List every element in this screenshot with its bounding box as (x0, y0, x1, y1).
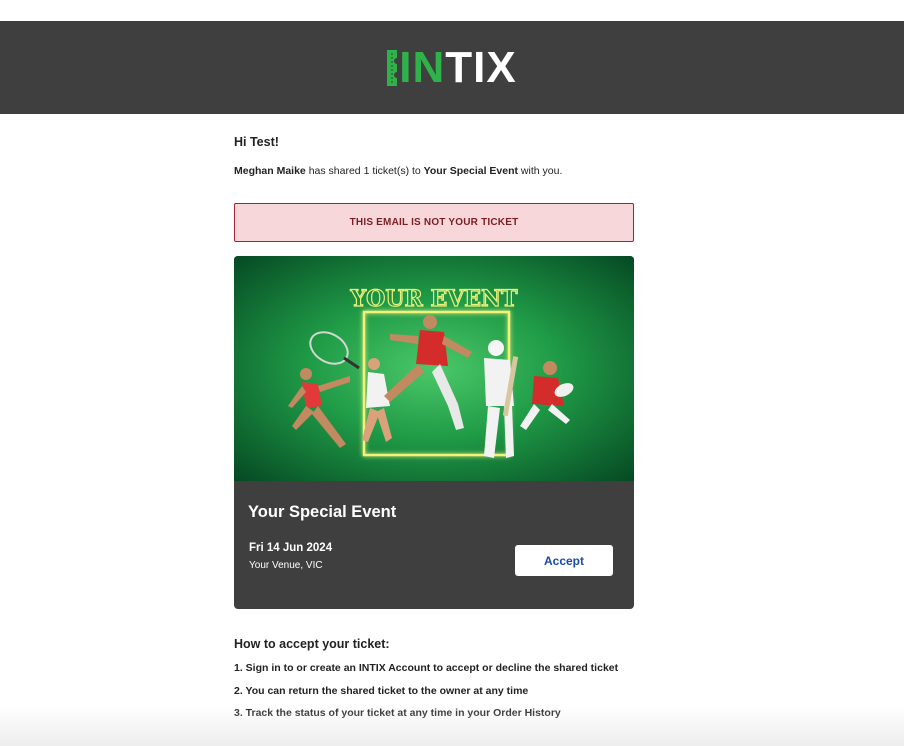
share-text-end: with you. (518, 165, 563, 177)
logo-accent-text: IN (399, 42, 446, 92)
event-name-inline: Your Special Event (423, 165, 519, 177)
not-ticket-warning: THIS EMAIL IS NOT YOUR TICKET (234, 203, 634, 242)
intix-logo: INTIX (387, 45, 516, 89)
ticket-icon (387, 49, 398, 86)
logo-wordmark: INTIX (399, 45, 516, 89)
instructions-title: How to accept your ticket: (234, 637, 390, 651)
top-spacer (0, 0, 904, 21)
instruction-step: 1. Sign in to or create an INTIX Account… (234, 662, 619, 674)
share-text-middle: has shared 1 ticket(s) to (305, 165, 424, 177)
event-venue: Your Venue, VIC (249, 560, 323, 571)
accept-button[interactable]: Accept (515, 545, 613, 576)
event-image: YOUR EVENT (234, 256, 634, 481)
event-date: Fri 14 Jun 2024 (249, 542, 333, 554)
instruction-step: 2. You can return the shared ticket to t… (234, 684, 529, 697)
logo-rest-text: TIX (445, 42, 517, 92)
event-banner-text: YOUR EVENT (349, 286, 518, 312)
event-card: YOUR EVENT Your Special Event Fri 14 Jun… (234, 256, 634, 609)
greeting: Hi Test! (234, 135, 279, 149)
share-message: Meghan Maike has shared 1 ticket(s) to Y… (234, 165, 562, 177)
instructions-list: 1. Sign in to or create an INTIX Account… (234, 662, 618, 730)
sharer-name: Meghan Maike (234, 165, 306, 177)
email-header: INTIX (0, 21, 904, 114)
event-info-panel: Your Special Event Fri 14 Jun 2024 Your … (234, 481, 634, 609)
instruction-step: 3. Track the status of your ticket at an… (234, 707, 561, 719)
event-title: Your Special Event (248, 503, 397, 521)
